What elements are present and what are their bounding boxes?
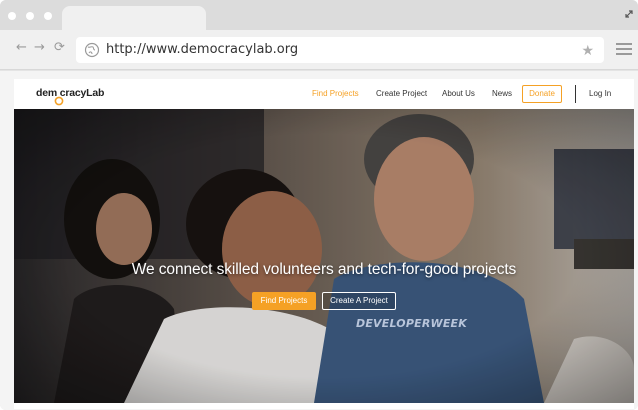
nav-about-us[interactable]: About Us: [442, 89, 475, 98]
shirt-logo-text: DEVELOPERWEEK: [356, 317, 467, 330]
browser-titlebar: [0, 0, 638, 32]
hero-headline: We connect skilled volunteers and tech-f…: [131, 261, 517, 278]
nav-log-in[interactable]: Log In: [589, 89, 611, 98]
forward-button[interactable]: →: [34, 41, 45, 55]
hero-find-projects-button[interactable]: Find Projects: [252, 292, 316, 310]
nav-find-projects[interactable]: Find Projects: [312, 89, 359, 98]
url-text[interactable]: http://www.democracylab.org: [106, 42, 298, 57]
address-bar[interactable]: http://www.democracylab.org ★: [76, 37, 604, 63]
back-button[interactable]: ←: [16, 41, 27, 55]
menu-icon[interactable]: [616, 43, 632, 55]
window-close-dot[interactable]: [8, 12, 16, 20]
hero-create-project-button[interactable]: Create A Project: [322, 292, 396, 310]
reload-button[interactable]: ⟳: [54, 41, 65, 55]
nav-create-project[interactable]: Create Project: [376, 89, 427, 98]
window-minimize-dot[interactable]: [26, 12, 34, 20]
window-maximize-dot[interactable]: [44, 12, 52, 20]
browser-toolbar: ← → ⟳ http://www.democracylab.org ★: [0, 30, 638, 70]
expand-icon[interactable]: [624, 9, 634, 19]
nav-news[interactable]: News: [492, 89, 512, 98]
logo-mark-icon: [54, 96, 64, 106]
globe-icon: [84, 42, 100, 58]
site-header: dem cracyLab Find Projects Create Projec…: [14, 79, 634, 109]
browser-tab[interactable]: [62, 6, 206, 32]
page-viewport: dem cracyLab Find Projects Create Projec…: [0, 71, 638, 410]
donate-button[interactable]: Donate: [522, 85, 562, 103]
browser-window: ← → ⟳ http://www.democracylab.org ★ dem …: [0, 0, 638, 410]
nav-divider: [575, 85, 576, 103]
site-logo[interactable]: dem cracyLab: [36, 87, 104, 99]
democracylab-page: dem cracyLab Find Projects Create Projec…: [14, 79, 634, 409]
hero-banner: DEVELOPERWEEK We connect skilled volunte…: [14, 109, 634, 403]
star-icon[interactable]: ★: [581, 41, 594, 59]
hero-photo: [14, 109, 634, 403]
